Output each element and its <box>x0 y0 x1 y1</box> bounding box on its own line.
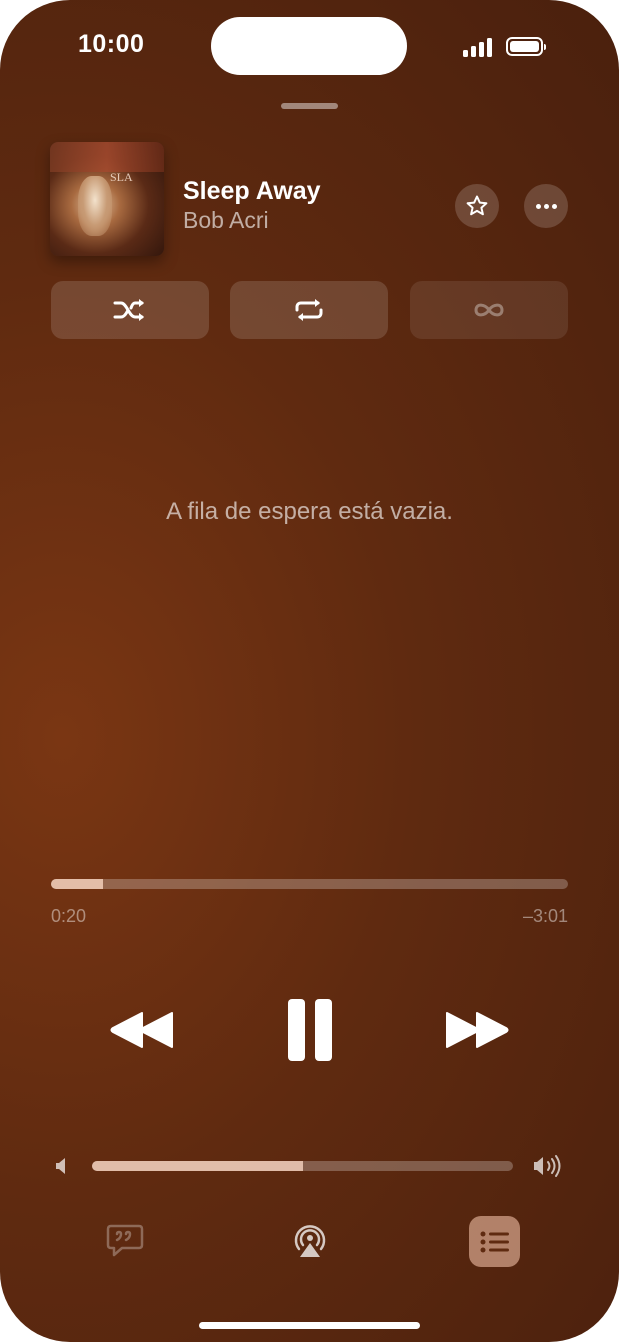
repeat-icon <box>295 299 323 321</box>
artwork-figure <box>78 176 112 236</box>
ellipsis-icon <box>535 203 557 209</box>
speaker-low-icon <box>56 1158 65 1174</box>
track-title[interactable]: Sleep Away <box>183 177 321 206</box>
battery-icon <box>506 37 546 56</box>
queue-button[interactable] <box>469 1216 520 1267</box>
elapsed-time: 0:20 <box>51 906 87 926</box>
favorite-button[interactable] <box>455 184 499 228</box>
home-indicator[interactable] <box>199 1322 420 1329</box>
airplay-button[interactable] <box>290 1221 330 1261</box>
queue-list-icon <box>480 1231 509 1252</box>
volume-level-fill <box>92 1161 303 1171</box>
playback-progress-fill <box>51 879 103 889</box>
dynamic-island <box>211 17 407 75</box>
fast-forward-icon <box>446 1012 509 1048</box>
artwork-text: SLA <box>110 170 133 184</box>
cellular-signal-icon <box>463 37 495 57</box>
volume-slider[interactable] <box>92 1161 513 1171</box>
airplay-icon <box>294 1225 326 1257</box>
phone-screen: 10:00 SLA Sleep Away Bob Acri A fila de … <box>0 0 619 1342</box>
pause-button[interactable] <box>280 995 340 1065</box>
sheet-grabber[interactable] <box>281 103 338 109</box>
more-options-button[interactable] <box>524 184 568 228</box>
lyrics-icon <box>106 1224 144 1257</box>
lyrics-button[interactable] <box>105 1221 145 1261</box>
rewind-icon <box>110 1012 173 1048</box>
repeat-button[interactable] <box>230 281 388 339</box>
shuffle-icon <box>113 299 144 321</box>
empty-queue-message: A fila de espera está vazia. <box>166 498 453 525</box>
autoplay-button[interactable] <box>410 281 568 339</box>
artwork-stripe <box>50 142 164 172</box>
rewind-button[interactable] <box>105 1005 179 1055</box>
playback-scrubber[interactable] <box>51 879 568 889</box>
status-time: 10:00 <box>78 30 145 58</box>
remaining-time: –3:01 <box>522 906 568 926</box>
album-artwork[interactable]: SLA <box>50 142 164 256</box>
infinity-icon <box>474 303 504 317</box>
star-icon <box>466 195 488 216</box>
speaker-high-icon <box>534 1155 561 1177</box>
shuffle-button[interactable] <box>51 281 209 339</box>
track-artist[interactable]: Bob Acri <box>183 207 269 234</box>
fast-forward-button[interactable] <box>440 1005 514 1055</box>
pause-icon <box>288 999 332 1061</box>
